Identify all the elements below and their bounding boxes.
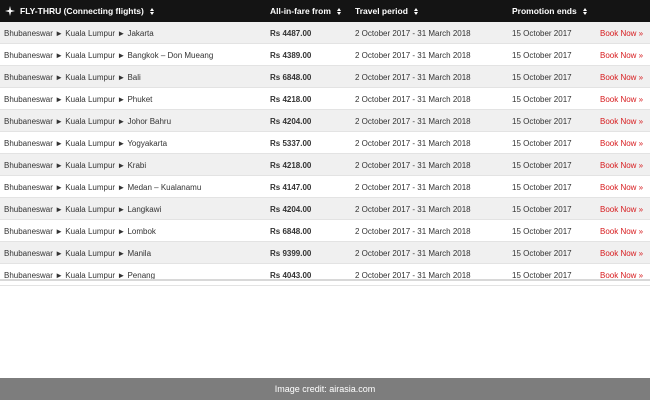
book-now-link[interactable]: Book Now » — [600, 110, 643, 132]
route-cell: Bhubaneswar ► Kuala Lumpur ► Medan – Kua… — [4, 182, 202, 192]
table-row: Bhubaneswar ► Kuala Lumpur ► Manila Rs 9… — [0, 242, 650, 264]
travel-period-cell: 2 October 2017 - 31 March 2018 — [355, 28, 471, 38]
promotion-ends-cell: 15 October 2017 — [512, 270, 572, 280]
book-now-link[interactable]: Book Now » — [600, 22, 643, 44]
book-now-link[interactable]: Book Now » — [600, 66, 643, 88]
table-row: Bhubaneswar ► Kuala Lumpur ► Bali Rs 684… — [0, 66, 650, 88]
route-cell: Bhubaneswar ► Kuala Lumpur ► Bali — [4, 72, 141, 82]
promotion-ends-cell: 15 October 2017 — [512, 182, 572, 192]
promotion-ends-cell: 15 October 2017 — [512, 50, 572, 60]
header-promo[interactable]: Promotion ends — [512, 0, 587, 22]
fare-cell: Rs 4147.00 — [270, 182, 312, 192]
route-cell: Bhubaneswar ► Kuala Lumpur ► Yogyakarta — [4, 138, 168, 148]
table-row: Bhubaneswar ► Kuala Lumpur ► Langkawi Rs… — [0, 198, 650, 220]
book-now-link[interactable]: Book Now » — [600, 198, 643, 220]
fare-cell: Rs 6848.00 — [270, 72, 312, 82]
promotion-ends-cell: 15 October 2017 — [512, 226, 572, 236]
route-cell: Bhubaneswar ► Kuala Lumpur ► Lombok — [4, 226, 156, 236]
fare-cell: Rs 6848.00 — [270, 226, 312, 236]
sort-arrows-icon[interactable] — [413, 7, 418, 15]
travel-period-cell: 2 October 2017 - 31 March 2018 — [355, 138, 471, 148]
table-row: Bhubaneswar ► Kuala Lumpur ► Phuket Rs 4… — [0, 88, 650, 110]
route-cell: Bhubaneswar ► Kuala Lumpur ► Jakarta — [4, 28, 154, 38]
route-cell: Bhubaneswar ► Kuala Lumpur ► Krabi — [4, 160, 147, 170]
header-fare[interactable]: All-in-fare from — [270, 0, 341, 22]
route-cell: Bhubaneswar ► Kuala Lumpur ► Langkawi — [4, 204, 162, 214]
sort-arrows-icon[interactable] — [149, 7, 154, 15]
table-row: Bhubaneswar ► Kuala Lumpur ► Bangkok – D… — [0, 44, 650, 66]
travel-period-cell: 2 October 2017 - 31 March 2018 — [355, 50, 471, 60]
sort-arrows-icon[interactable] — [336, 7, 341, 15]
table-row: Bhubaneswar ► Kuala Lumpur ► Yogyakarta … — [0, 132, 650, 154]
travel-period-cell: 2 October 2017 - 31 March 2018 — [355, 204, 471, 214]
fare-cell: Rs 4218.00 — [270, 94, 312, 104]
book-now-link[interactable]: Book Now » — [600, 154, 643, 176]
travel-period-cell: 2 October 2017 - 31 March 2018 — [355, 72, 471, 82]
fare-cell: Rs 4204.00 — [270, 116, 312, 126]
promotion-ends-cell: 15 October 2017 — [512, 248, 572, 258]
travel-period-cell: 2 October 2017 - 31 March 2018 — [355, 270, 471, 280]
header-route-label: FLY-THRU (Connecting flights) — [20, 6, 144, 16]
route-cell: Bhubaneswar ► Kuala Lumpur ► Bangkok – D… — [4, 50, 214, 60]
route-cell: Bhubaneswar ► Kuala Lumpur ► Penang — [4, 270, 156, 280]
header-promo-label: Promotion ends — [512, 6, 577, 16]
book-now-link[interactable]: Book Now » — [600, 88, 643, 110]
image-credit-text: Image credit: airasia.com — [274, 384, 376, 394]
book-now-link[interactable]: Book Now » — [600, 264, 643, 286]
table-row: Bhubaneswar ► Kuala Lumpur ► Johor Bahru… — [0, 110, 650, 132]
book-now-link[interactable]: Book Now » — [600, 44, 643, 66]
table-row: Bhubaneswar ► Kuala Lumpur ► Krabi Rs 42… — [0, 154, 650, 176]
promotion-ends-cell: 15 October 2017 — [512, 204, 572, 214]
plane-emblem-icon — [4, 0, 16, 22]
table-row: Bhubaneswar ► Kuala Lumpur ► Penang Rs 4… — [0, 264, 650, 286]
fare-cell: Rs 4487.00 — [270, 28, 312, 38]
fare-cell: Rs 4043.00 — [270, 270, 312, 280]
table-bottom-edge — [0, 279, 650, 281]
table-row: Bhubaneswar ► Kuala Lumpur ► Jakarta Rs … — [0, 22, 650, 44]
promotion-ends-cell: 15 October 2017 — [512, 94, 572, 104]
book-now-link[interactable]: Book Now » — [600, 176, 643, 198]
travel-period-cell: 2 October 2017 - 31 March 2018 — [355, 116, 471, 126]
route-cell: Bhubaneswar ► Kuala Lumpur ► Manila — [4, 248, 152, 258]
route-cell: Bhubaneswar ► Kuala Lumpur ► Phuket — [4, 94, 153, 104]
route-cell: Bhubaneswar ► Kuala Lumpur ► Johor Bahru — [4, 116, 172, 126]
book-now-link[interactable]: Book Now » — [600, 220, 643, 242]
fare-cell: Rs 4204.00 — [270, 204, 312, 214]
travel-period-cell: 2 October 2017 - 31 March 2018 — [355, 248, 471, 258]
table-header: FLY-THRU (Connecting flights) All-in-far… — [0, 0, 650, 22]
fare-cell: Rs 9399.00 — [270, 248, 312, 258]
header-route[interactable]: FLY-THRU (Connecting flights) — [20, 0, 154, 22]
book-now-link[interactable]: Book Now » — [600, 132, 643, 154]
fare-cell: Rs 4218.00 — [270, 160, 312, 170]
table-row: Bhubaneswar ► Kuala Lumpur ► Medan – Kua… — [0, 176, 650, 198]
fare-cell: Rs 4389.00 — [270, 50, 312, 60]
fares-table: FLY-THRU (Connecting flights) All-in-far… — [0, 0, 650, 286]
image-credit-bar: Image credit: airasia.com — [0, 378, 650, 400]
fare-cell: Rs 5337.00 — [270, 138, 312, 148]
promotion-ends-cell: 15 October 2017 — [512, 72, 572, 82]
header-travel[interactable]: Travel period — [355, 0, 418, 22]
sort-arrows-icon[interactable] — [582, 7, 587, 15]
travel-period-cell: 2 October 2017 - 31 March 2018 — [355, 160, 471, 170]
promotion-ends-cell: 15 October 2017 — [512, 116, 572, 126]
travel-period-cell: 2 October 2017 - 31 March 2018 — [355, 94, 471, 104]
travel-period-cell: 2 October 2017 - 31 March 2018 — [355, 182, 471, 192]
travel-period-cell: 2 October 2017 - 31 March 2018 — [355, 226, 471, 236]
table-row: Bhubaneswar ► Kuala Lumpur ► Lombok Rs 6… — [0, 220, 650, 242]
header-travel-label: Travel period — [355, 6, 408, 16]
promotion-ends-cell: 15 October 2017 — [512, 160, 572, 170]
book-now-link[interactable]: Book Now » — [600, 242, 643, 264]
header-fare-label: All-in-fare from — [270, 6, 331, 16]
promotion-ends-cell: 15 October 2017 — [512, 28, 572, 38]
promotion-ends-cell: 15 October 2017 — [512, 138, 572, 148]
